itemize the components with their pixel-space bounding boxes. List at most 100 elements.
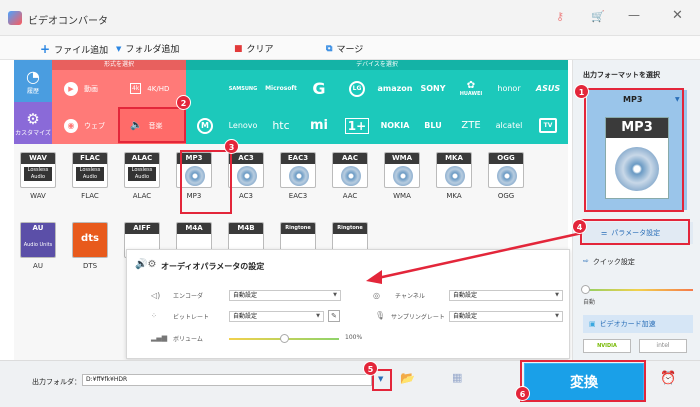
device-apple[interactable] [186, 70, 224, 107]
device-tv[interactable]: TV [528, 107, 568, 144]
bitrate-select[interactable]: 自動設定 [229, 311, 324, 322]
badge-1: 1 [574, 84, 589, 99]
disc-icon [289, 166, 309, 186]
format-ogg[interactable]: OGG OGG [482, 152, 530, 214]
device-blu[interactable]: BLU [414, 107, 452, 144]
output-list-icon[interactable]: ▦ [452, 371, 462, 384]
gpu-icon: ▣ [589, 320, 596, 328]
add-file-button[interactable]: + ファイル追加 [40, 42, 108, 56]
alarm-clock-icon[interactable]: ⏰ [660, 371, 676, 386]
disc-icon [445, 166, 465, 186]
device-samsung[interactable]: SAMSUNG [224, 70, 262, 107]
device-amazon[interactable]: amazon [376, 70, 414, 107]
output-folder-input[interactable]: D:¥ff¥fk¥HDR [82, 374, 372, 386]
badge-4: 4 [572, 219, 587, 234]
ac3-format-icon: AC3 [228, 152, 264, 188]
samplerate-select[interactable]: 自動設定 [449, 311, 563, 322]
nvidia-badge: NVIDIA [583, 339, 631, 353]
volume-slider-thumb[interactable] [280, 334, 289, 343]
disc-icon [341, 166, 361, 186]
device-honor[interactable]: honor [490, 70, 528, 107]
key-icon[interactable]: ⚷ [556, 10, 564, 23]
device-oneplus[interactable]: 1+ [338, 107, 376, 144]
device-category-header: デバイスを選択 [186, 60, 568, 70]
add-folder-button[interactable]: ▼ フォルダ追加 [116, 42, 180, 56]
device-category-label: デバイスを選択 [356, 61, 398, 68]
disc-icon [497, 166, 517, 186]
audio-panel-title: オーディオパラメータの設定 [161, 262, 265, 271]
format-flac[interactable]: FLAC Lossless Audio FLAC [66, 152, 114, 214]
eac3-format-icon: EAC3 [280, 152, 316, 188]
badge-6: 6 [515, 386, 530, 401]
output-folder-label: 出力フォルダ： [32, 378, 81, 386]
device-sony[interactable]: SONY [414, 70, 452, 107]
minimize-icon[interactable]: — [628, 8, 640, 22]
volume-percent: 100% [345, 334, 363, 341]
edit-pencil-icon[interactable]: ✎ [328, 310, 340, 322]
output-format-heading: 出力フォーマットを選択 [583, 71, 660, 79]
badge-3: 3 [224, 139, 239, 154]
au-format-icon: AU Audio Units [20, 222, 56, 258]
custom-tab[interactable]: ⚙ カスタマイズ [14, 102, 52, 144]
highlight-music-tile [118, 107, 186, 143]
disc-icon [393, 166, 413, 186]
format-dts[interactable]: dts DTS [66, 222, 114, 284]
play-icon: ▶ [64, 81, 78, 96]
volume-label: ボリューム [173, 336, 203, 343]
format-aac[interactable]: AAC AAC [326, 152, 374, 214]
device-nokia[interactable]: NOKIA [376, 107, 414, 144]
formats-row-1: WAV Lossless Audio WAV FLAC Lossless Audio FLA… [14, 152, 530, 214]
intel-badge: intel [639, 339, 687, 353]
close-icon[interactable]: ✕ [672, 8, 683, 23]
add-folder-label: フォルダ追加 [125, 45, 180, 55]
microphone-icon: 🎙 [375, 311, 386, 320]
app-logo-icon [8, 11, 22, 25]
device-google[interactable]: G [300, 70, 338, 107]
4k-icon: 4k [130, 83, 142, 94]
format-au[interactable]: AU Audio Units AU [14, 222, 62, 284]
device-huawei[interactable]: ✿ HUAWEI [452, 70, 490, 107]
format-wav[interactable]: WAV Lossless Audio WAV [14, 152, 62, 214]
device-lg[interactable]: LG [338, 70, 376, 107]
flac-format-icon: FLAC Lossless Audio [72, 152, 108, 188]
chevron-down-icon: ▼ [116, 44, 122, 53]
history-tab[interactable]: ◔ 履歴 [14, 60, 52, 102]
web-tile[interactable]: ◉ ウェブ [52, 107, 118, 144]
highlight-mp3-format [180, 150, 232, 214]
audio-settings-icon: 🔊⚙ [135, 259, 157, 270]
add-file-label: ファイル追加 [54, 45, 109, 56]
device-microsoft[interactable]: Microsoft [262, 70, 300, 107]
encoder-select[interactable]: 自動設定 [229, 290, 341, 301]
format-eac3[interactable]: EAC3 EAC3 [274, 152, 322, 214]
volume-icon: ▂▄▆ [151, 334, 168, 342]
channel-select[interactable]: 自動設定 [449, 290, 563, 301]
device-motorola[interactable]: M [186, 107, 224, 144]
quick-settings-button[interactable]: ⇨ クイック設定 [583, 257, 635, 267]
format-alac[interactable]: ALAC Lossless Audio ALAC [118, 152, 166, 214]
clear-button[interactable]: ■ クリア [234, 42, 274, 56]
chrome-icon: ◉ [64, 118, 78, 133]
dts-format-icon: dts [72, 222, 108, 258]
gpu-accel-button[interactable]: ▣ ビデオカード加速 [583, 315, 693, 333]
disc-icon [237, 166, 257, 186]
open-folder-icon[interactable]: 📂 [400, 371, 415, 385]
format-wma[interactable]: WMA WMA [378, 152, 426, 214]
samplerate-label: サンプリングレート [391, 314, 445, 321]
custom-label: カスタマイズ [15, 129, 51, 137]
mka-format-icon: MKA [436, 152, 472, 188]
device-alcatel[interactable]: alcatel [490, 107, 528, 144]
web-label: ウェブ [84, 121, 105, 130]
device-asus[interactable]: ASUS [528, 70, 568, 107]
cart-icon[interactable]: 🛒 [591, 10, 605, 23]
device-htc[interactable]: htc [262, 107, 300, 144]
alac-format-icon: ALAC Lossless Audio [124, 152, 160, 188]
device-zte[interactable]: ZTE [452, 107, 490, 144]
quality-slider[interactable] [583, 289, 693, 291]
merge-button[interactable]: ⧉ マージ [326, 42, 363, 56]
format-mka[interactable]: MKA MKA [430, 152, 478, 214]
video-label: 動画 [84, 84, 98, 93]
auto-label: 自動 [583, 299, 596, 306]
badge-2: 2 [176, 95, 191, 110]
device-xiaomi[interactable]: mi [300, 107, 338, 144]
video-tile[interactable]: ▶ 動画 [52, 70, 118, 107]
